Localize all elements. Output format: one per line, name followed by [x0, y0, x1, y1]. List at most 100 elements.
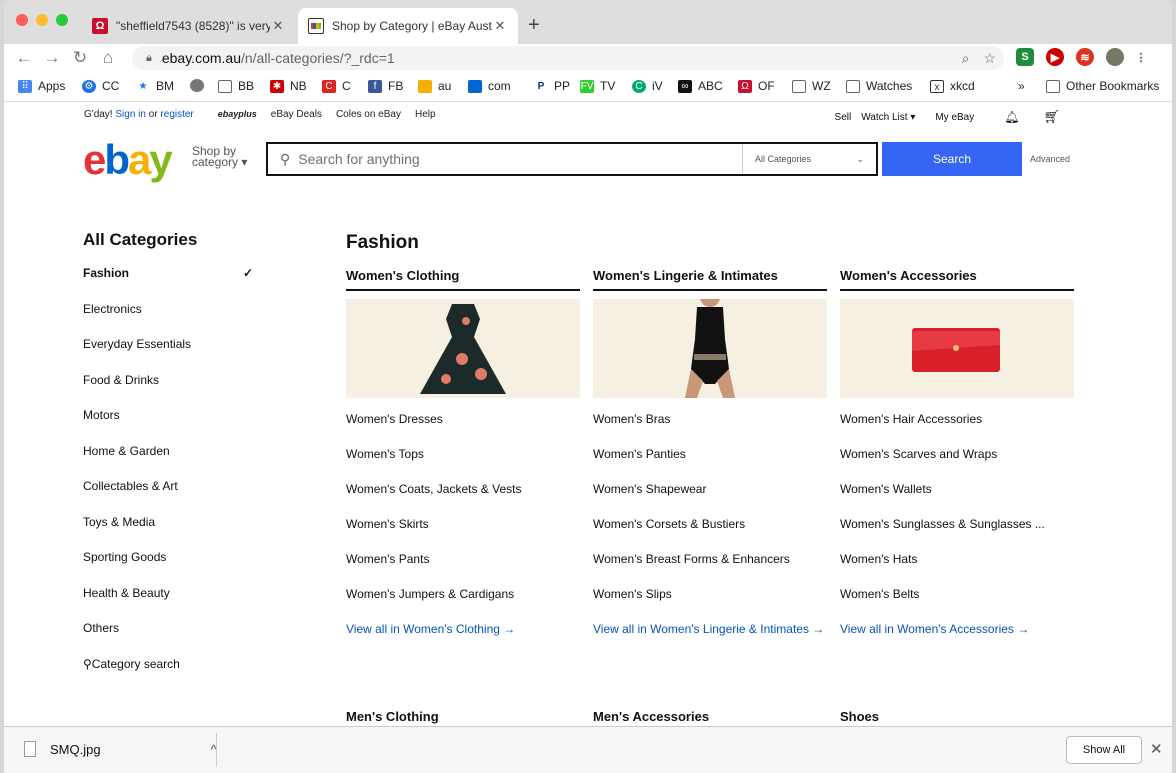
list-item[interactable]: Women's Sunglasses & Sunglasses ...: [840, 517, 1074, 552]
ebay-logo[interactable]: ebay: [83, 139, 173, 181]
list-item[interactable]: Women's Dresses: [346, 412, 580, 447]
deals-link[interactable]: eBay Deals: [271, 109, 322, 120]
lingerie-image[interactable]: [593, 299, 827, 398]
bookmark-fb[interactable]: f FB: [368, 79, 403, 93]
bookmark-bm[interactable]: ★ BM: [136, 79, 174, 93]
view-all-link[interactable]: View all in Women's Clothing →: [346, 622, 580, 637]
bookmark-wz[interactable]: WZ: [792, 79, 831, 93]
column-heading[interactable]: Men's Accessories: [593, 709, 827, 724]
reload-button[interactable]: ↻: [66, 48, 94, 68]
sidebar-item-home[interactable]: Home & Garden: [83, 444, 253, 480]
sidebar-item-health[interactable]: Health & Beauty: [83, 586, 253, 622]
bookmark-bb[interactable]: BB: [218, 79, 254, 93]
list-item[interactable]: Women's Tops: [346, 447, 580, 482]
list-item[interactable]: Women's Coats, Jackets & Vests: [346, 482, 580, 517]
list-item[interactable]: Women's Hats: [840, 552, 1074, 587]
list-item[interactable]: Women's Corsets & Bustiers: [593, 517, 827, 552]
minimize-window-button[interactable]: [36, 14, 48, 26]
sidebar-item-toys[interactable]: Toys & Media: [83, 515, 253, 551]
search-button[interactable]: Search: [882, 142, 1022, 176]
sidebar-item-electronics[interactable]: Electronics: [83, 302, 253, 338]
close-icon[interactable]: ✕: [1150, 740, 1163, 758]
bookmark-abc[interactable]: ∞ ABC: [678, 79, 723, 93]
bookmark-xkcd[interactable]: x xkcd: [930, 79, 975, 93]
category-search-link[interactable]: ⚲Category search: [83, 657, 253, 693]
column-heading[interactable]: Women's Lingerie & Intimates: [593, 268, 827, 291]
register-link[interactable]: register: [160, 109, 193, 120]
address-bar[interactable]: 🔒︎ ebay.com.au /n/all-categories/?_rdc=1…: [132, 46, 1004, 70]
extension-stack-icon[interactable]: ≋: [1076, 48, 1094, 66]
list-item[interactable]: Women's Shapewear: [593, 482, 827, 517]
bookmark-nb[interactable]: ✱ NB: [270, 79, 307, 93]
zoom-icon[interactable]: ⌕: [962, 50, 970, 67]
help-link[interactable]: Help: [415, 109, 436, 120]
view-all-link[interactable]: View all in Women's Lingerie & Intimates…: [593, 622, 827, 637]
sidebar-item-fashion[interactable]: Fashion ✓: [83, 266, 253, 302]
bookmark-watches[interactable]: Watches: [846, 79, 912, 93]
maximize-window-button[interactable]: [56, 14, 68, 26]
category-select[interactable]: All Categories ⌄: [742, 144, 876, 174]
sidebar-item-motors[interactable]: Motors: [83, 408, 253, 444]
tab-ebay[interactable]: Shop by Category | eBay Austr ✕: [298, 8, 518, 44]
extension-s-icon[interactable]: S: [1016, 48, 1034, 66]
bookmark-other[interactable]: Other Bookmarks: [1046, 79, 1159, 93]
list-item[interactable]: Women's Wallets: [840, 482, 1074, 517]
tab-sheffield[interactable]: Ω "sheffield7543 (8528)" is very ✕: [82, 8, 296, 44]
cart-icon[interactable]: 🛒︎: [1043, 109, 1060, 125]
bookmark-apps[interactable]: ⠿ Apps: [18, 79, 65, 93]
sidebar-item-food[interactable]: Food & Drinks: [83, 373, 253, 409]
watch-list-link[interactable]: Watch List ▾: [861, 112, 915, 123]
menu-icon[interactable]: ⋮: [1136, 48, 1147, 66]
back-button[interactable]: ←: [10, 48, 38, 68]
avatar[interactable]: [1106, 48, 1124, 66]
sidebar-item-sporting[interactable]: Sporting Goods: [83, 550, 253, 586]
view-all-link[interactable]: View all in Women's Accessories →: [840, 622, 1074, 637]
shop-by-category-button[interactable]: Shop by category ▾: [192, 145, 247, 168]
download-item[interactable]: SMQ.jpg ^: [24, 741, 217, 757]
bookmark-pp[interactable]: P PP: [534, 79, 570, 93]
bookmark-tv[interactable]: FV TV: [580, 79, 615, 93]
bell-icon[interactable]: 🔔︎: [1004, 110, 1019, 124]
sell-link[interactable]: Sell: [835, 112, 852, 123]
bookmark-of[interactable]: Ω OF: [738, 79, 775, 93]
search-input[interactable]: Search for anything: [298, 151, 742, 167]
my-ebay-link[interactable]: My eBay: [935, 112, 974, 123]
show-all-button[interactable]: Show All: [1066, 736, 1142, 764]
bookmark-cc[interactable]: ⚙ CC: [82, 79, 119, 93]
tab-close-icon[interactable]: ✕: [270, 18, 286, 34]
list-item[interactable]: Women's Panties: [593, 447, 827, 482]
list-item[interactable]: Women's Slips: [593, 587, 827, 622]
list-item[interactable]: Women's Pants: [346, 552, 580, 587]
sidebar-item-others[interactable]: Others: [83, 621, 253, 657]
list-item[interactable]: Women's Bras: [593, 412, 827, 447]
bookmarks-overflow[interactable]: »: [1018, 79, 1025, 93]
dress-image[interactable]: [346, 299, 580, 398]
sidebar-item-collectables[interactable]: Collectables & Art: [83, 479, 253, 515]
bookmark-c[interactable]: CC: [322, 79, 351, 93]
home-button[interactable]: ⌂: [94, 48, 122, 68]
bookmark-au[interactable]: au: [418, 79, 451, 93]
advanced-search-link[interactable]: Advanced: [1030, 154, 1070, 164]
column-heading[interactable]: Women's Clothing: [346, 268, 580, 291]
coles-link[interactable]: Coles on eBay: [336, 109, 401, 120]
sign-in-link[interactable]: Sign in: [115, 109, 146, 120]
column-heading[interactable]: Women's Accessories: [840, 268, 1074, 291]
tab-close-icon[interactable]: ✕: [492, 18, 508, 34]
star-icon[interactable]: ☆: [983, 50, 996, 67]
bookmark-apple[interactable]: [190, 79, 210, 92]
extension-play-icon[interactable]: ▶: [1046, 48, 1064, 66]
bookmark-com[interactable]: com: [468, 79, 511, 93]
list-item[interactable]: Women's Scarves and Wraps: [840, 447, 1074, 482]
column-heading[interactable]: Shoes: [840, 709, 1074, 724]
new-tab-button[interactable]: +: [528, 14, 540, 37]
bookmark-iv[interactable]: CiV: [632, 79, 663, 93]
list-item[interactable]: Women's Breast Forms & Enhancers: [593, 552, 827, 587]
close-window-button[interactable]: [16, 14, 28, 26]
wallet-image[interactable]: [840, 299, 1074, 398]
sidebar-item-everyday[interactable]: Everyday Essentials: [83, 337, 253, 373]
ebayplus-link[interactable]: ebayplus: [218, 109, 257, 120]
list-item[interactable]: Women's Belts: [840, 587, 1074, 622]
forward-button[interactable]: →: [38, 48, 66, 68]
list-item[interactable]: Women's Skirts: [346, 517, 580, 552]
list-item[interactable]: Women's Hair Accessories: [840, 412, 1074, 447]
